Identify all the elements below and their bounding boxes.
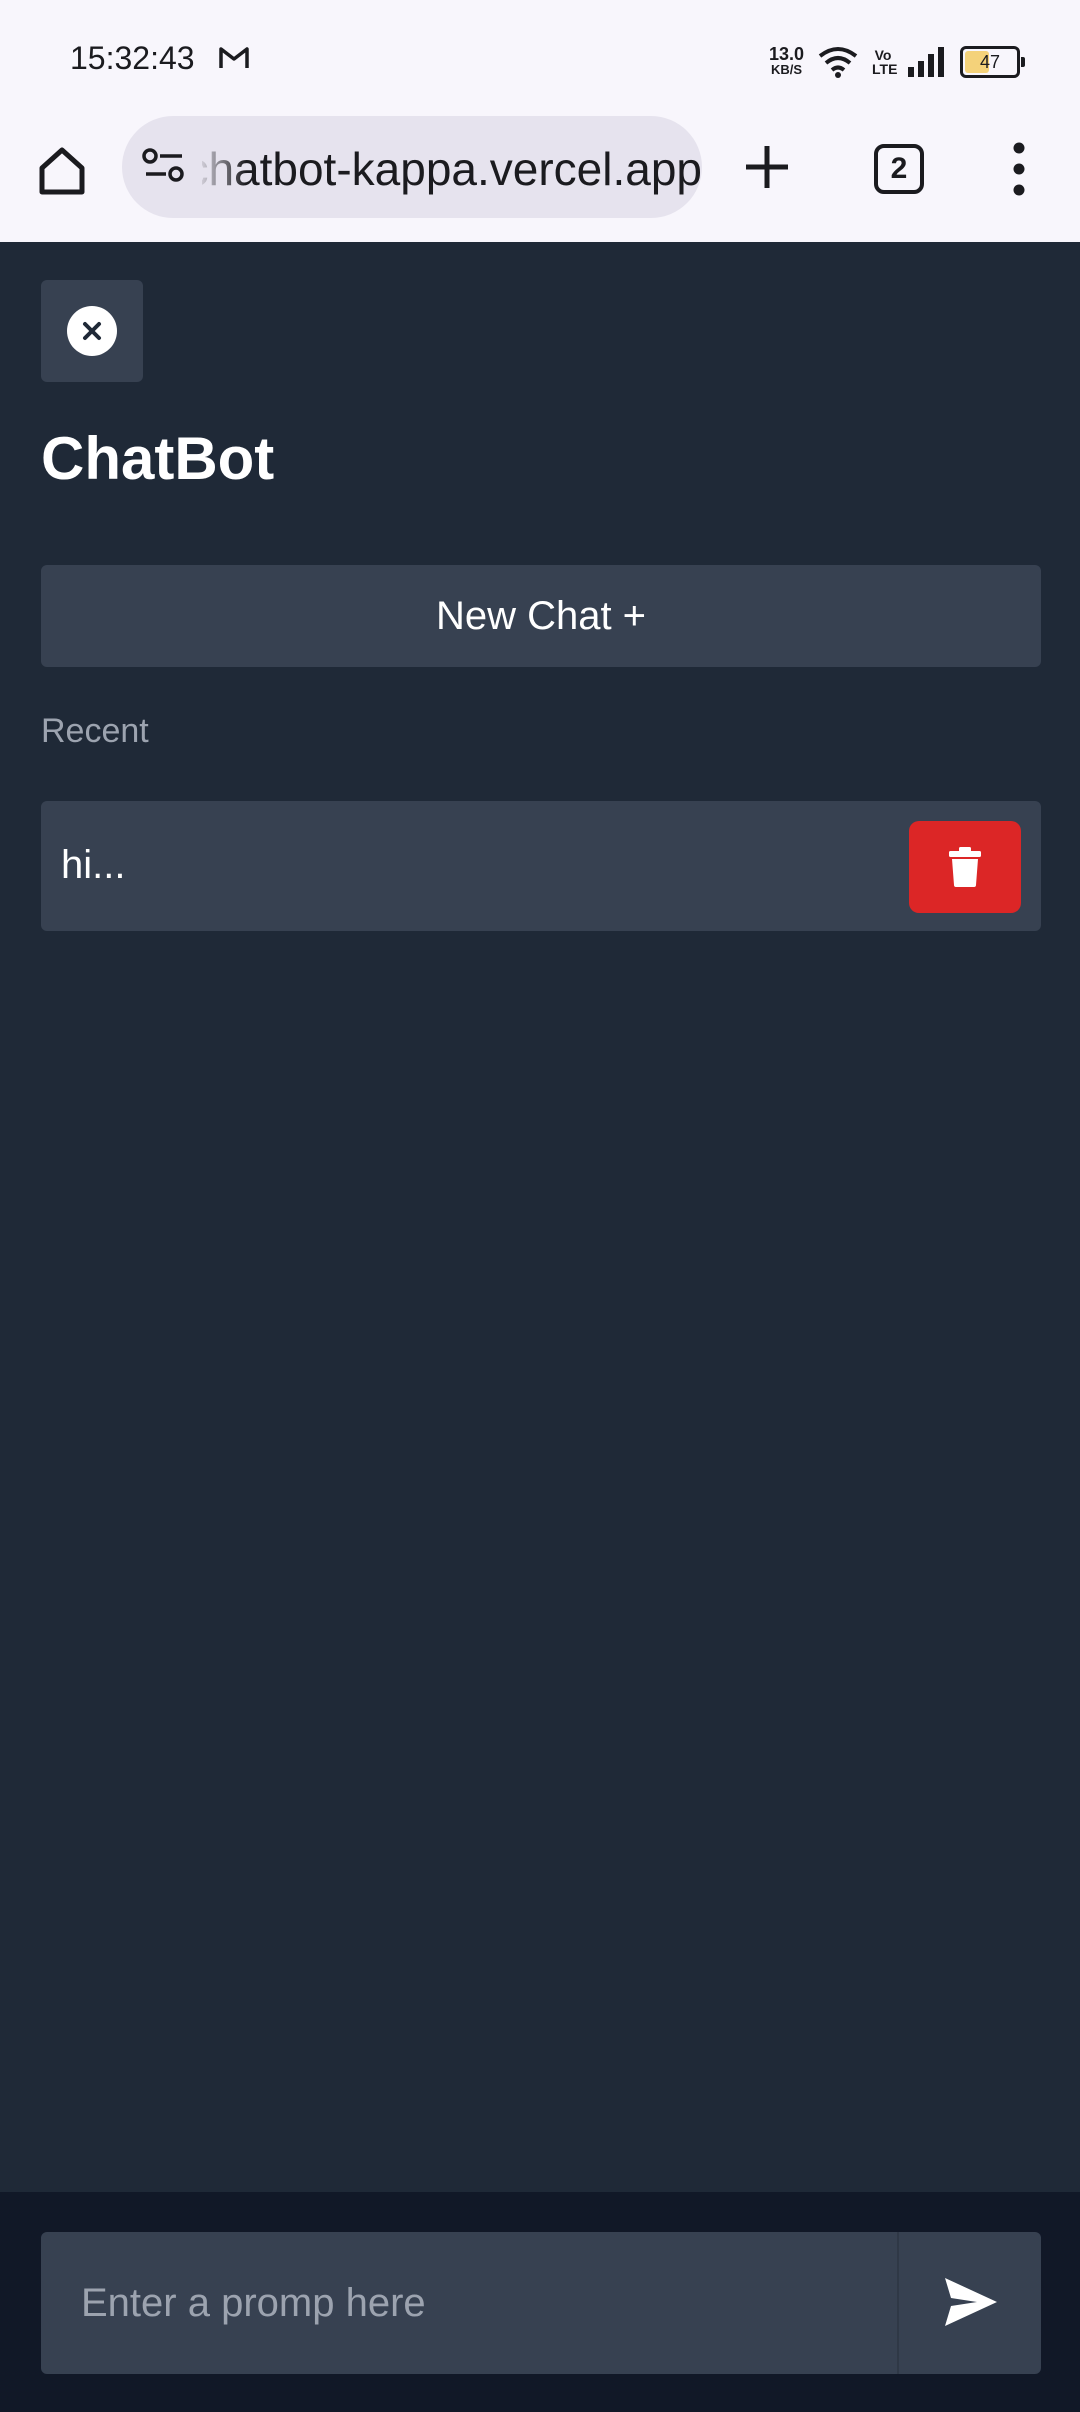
new-tab-icon[interactable] [742, 142, 792, 192]
close-icon [67, 306, 117, 356]
status-bar: 15:32:43 13.0 KB/S Vo LTE 47 [0, 0, 1080, 122]
send-button[interactable] [899, 2232, 1041, 2374]
tab-switcher-button[interactable]: 2 [874, 144, 924, 194]
more-menu-icon[interactable] [1008, 142, 1030, 196]
net-speed-value: 13.0 [768, 44, 804, 64]
new-chat-button[interactable]: New Chat + [41, 565, 1041, 667]
volte-icon: Vo LTE [872, 47, 898, 77]
close-sidebar-button[interactable] [41, 280, 143, 382]
battery-level: 47 [979, 52, 1001, 72]
prompt-input[interactable] [41, 2232, 897, 2374]
url-text[interactable]: chatbot-kappa.vercel.app [202, 142, 702, 196]
chat-history-item[interactable]: hi... [41, 801, 1041, 931]
wifi-icon [818, 47, 858, 78]
chat-history-label[interactable]: hi... [61, 843, 125, 888]
trash-icon [949, 847, 981, 887]
home-icon[interactable] [34, 142, 90, 198]
status-time: 15:32:43 [70, 40, 195, 76]
app-title: ChatBot [41, 425, 275, 492]
url-bar[interactable]: chatbot-kappa.vercel.app [122, 116, 702, 218]
send-icon [945, 2278, 997, 2326]
net-speed: 13.0 KB/S [768, 44, 804, 78]
composer-bar [0, 2192, 1080, 2412]
net-speed-unit: KB/S [770, 62, 802, 77]
status-indicators: 13.0 KB/S Vo LTE 47 [768, 42, 1025, 82]
site-settings-icon[interactable] [142, 146, 186, 186]
delete-chat-button[interactable] [909, 821, 1021, 913]
app-sidebar [0, 242, 1080, 2192]
signal-icon [908, 47, 944, 77]
prompt-input-wrapper [41, 2232, 1041, 2374]
recent-heading: Recent [41, 712, 149, 750]
gmail-icon [219, 47, 249, 68]
battery-icon: 47 [960, 46, 1025, 78]
